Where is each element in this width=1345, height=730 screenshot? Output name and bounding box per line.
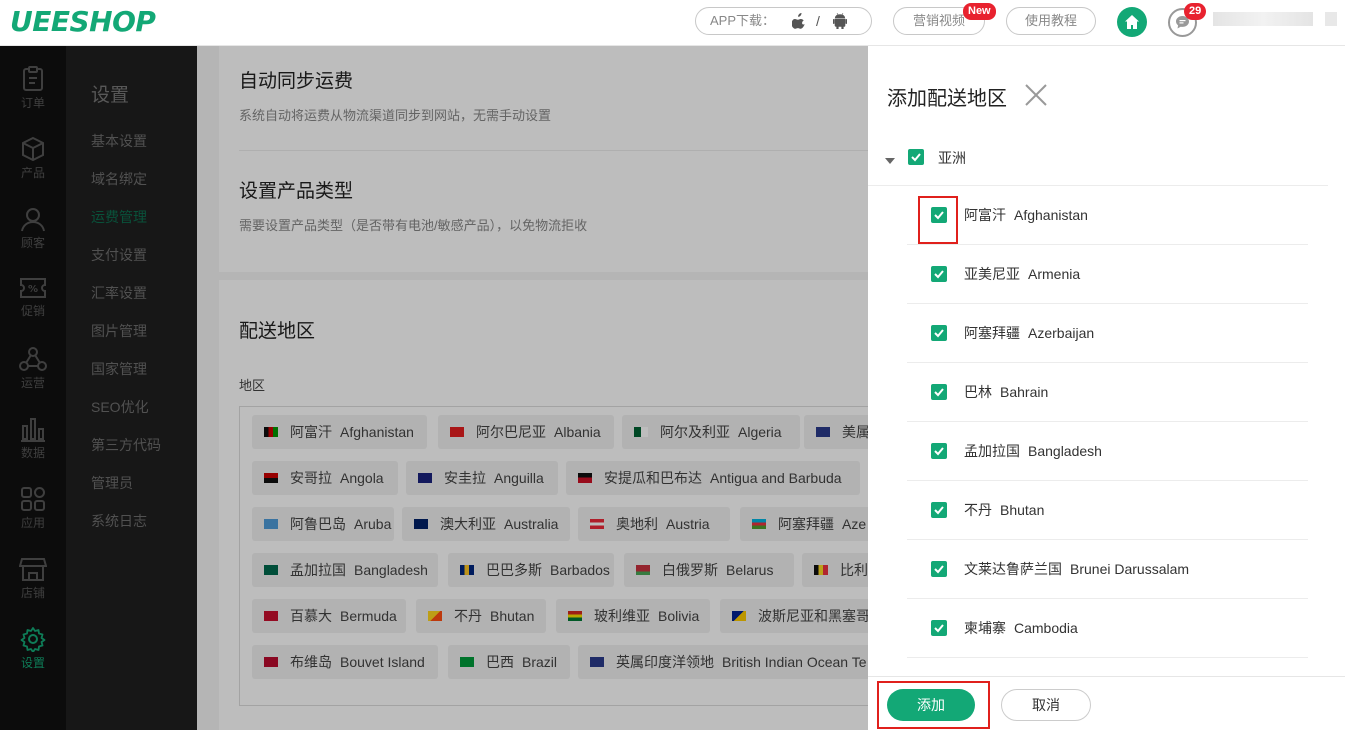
new-badge: New [963,3,996,20]
check-icon [934,565,944,574]
close-icon[interactable] [1023,82,1049,108]
cancel-button[interactable]: 取消 [1001,689,1091,721]
highlight-box-checkbox [918,196,958,244]
android-icon[interactable] [833,8,847,37]
country-row[interactable]: 柬埔寨 Cambodia [907,599,1308,658]
app-os-separator: / [816,13,820,29]
check-icon [934,506,944,515]
app-download-pill[interactable]: APP下载： / [695,7,872,35]
home-button[interactable] [1117,7,1147,37]
collapse-caret-icon[interactable] [885,158,895,164]
tutorial-button[interactable]: 使用教程 [1006,7,1096,35]
top-bar: UEESHOP APP下载： / 营销视频 New 使用教程 29 [0,0,1345,46]
drawer-title: 添加配送地区 [887,88,1007,110]
account-name-blurred[interactable] [1213,12,1313,26]
country-label: 不丹 Bhutan [964,502,1045,518]
highlight-box-add [877,681,990,729]
check-icon [934,329,944,338]
account-menu-blurred[interactable] [1325,12,1337,26]
message-count-badge: 29 [1184,3,1207,20]
country-label: 阿富汗 Afghanistan [964,207,1088,223]
country-checkbox[interactable] [931,561,947,577]
country-checkbox[interactable] [931,620,947,636]
check-icon [934,270,944,279]
home-icon [1125,15,1139,29]
country-row[interactable]: 阿塞拜疆 Azerbaijan [907,304,1308,363]
country-row[interactable]: 文莱达鲁萨兰国 Brunei Darussalam [907,540,1308,599]
check-icon [911,153,921,162]
country-label: 亚美尼亚 Armenia [964,266,1081,282]
country-checkbox[interactable] [931,266,947,282]
check-icon [934,447,944,456]
country-row[interactable]: 巴林 Bahrain [907,363,1308,422]
country-label: 文莱达鲁萨兰国 Brunei Darussalam [964,561,1190,577]
country-label: 巴林 Bahrain [964,384,1049,400]
country-checkbox[interactable] [931,325,947,341]
logo[interactable]: UEESHOP [10,5,156,39]
region-group-asia: 亚洲 [868,138,1328,186]
app-download-label: APP下载： [710,13,776,28]
country-checkbox[interactable] [931,384,947,400]
country-label: 柬埔寨 Cambodia [964,620,1078,636]
apple-icon[interactable] [791,8,806,37]
country-row[interactable]: 不丹 Bhutan [907,481,1308,540]
check-icon [934,624,944,633]
country-row[interactable]: 阿富汗 Afghanistan [907,186,1308,245]
country-checkbox[interactable] [931,443,947,459]
country-label: 阿塞拜疆 Azerbaijan [964,325,1095,341]
country-checkbox[interactable] [931,502,947,518]
country-row[interactable]: 孟加拉国 Bangladesh [907,422,1308,481]
country-row[interactable]: 亚美尼亚 Armenia [907,245,1308,304]
country-label: 孟加拉国 Bangladesh [964,443,1102,459]
group-label: 亚洲 [938,150,966,166]
add-region-drawer: 添加配送地区 亚洲 阿富汗 Afghanistan 亚美尼亚 Armenia 阿塞拜… [868,46,1345,730]
modal-overlay[interactable] [0,46,868,730]
check-icon [934,388,944,397]
group-checkbox[interactable] [908,149,924,165]
